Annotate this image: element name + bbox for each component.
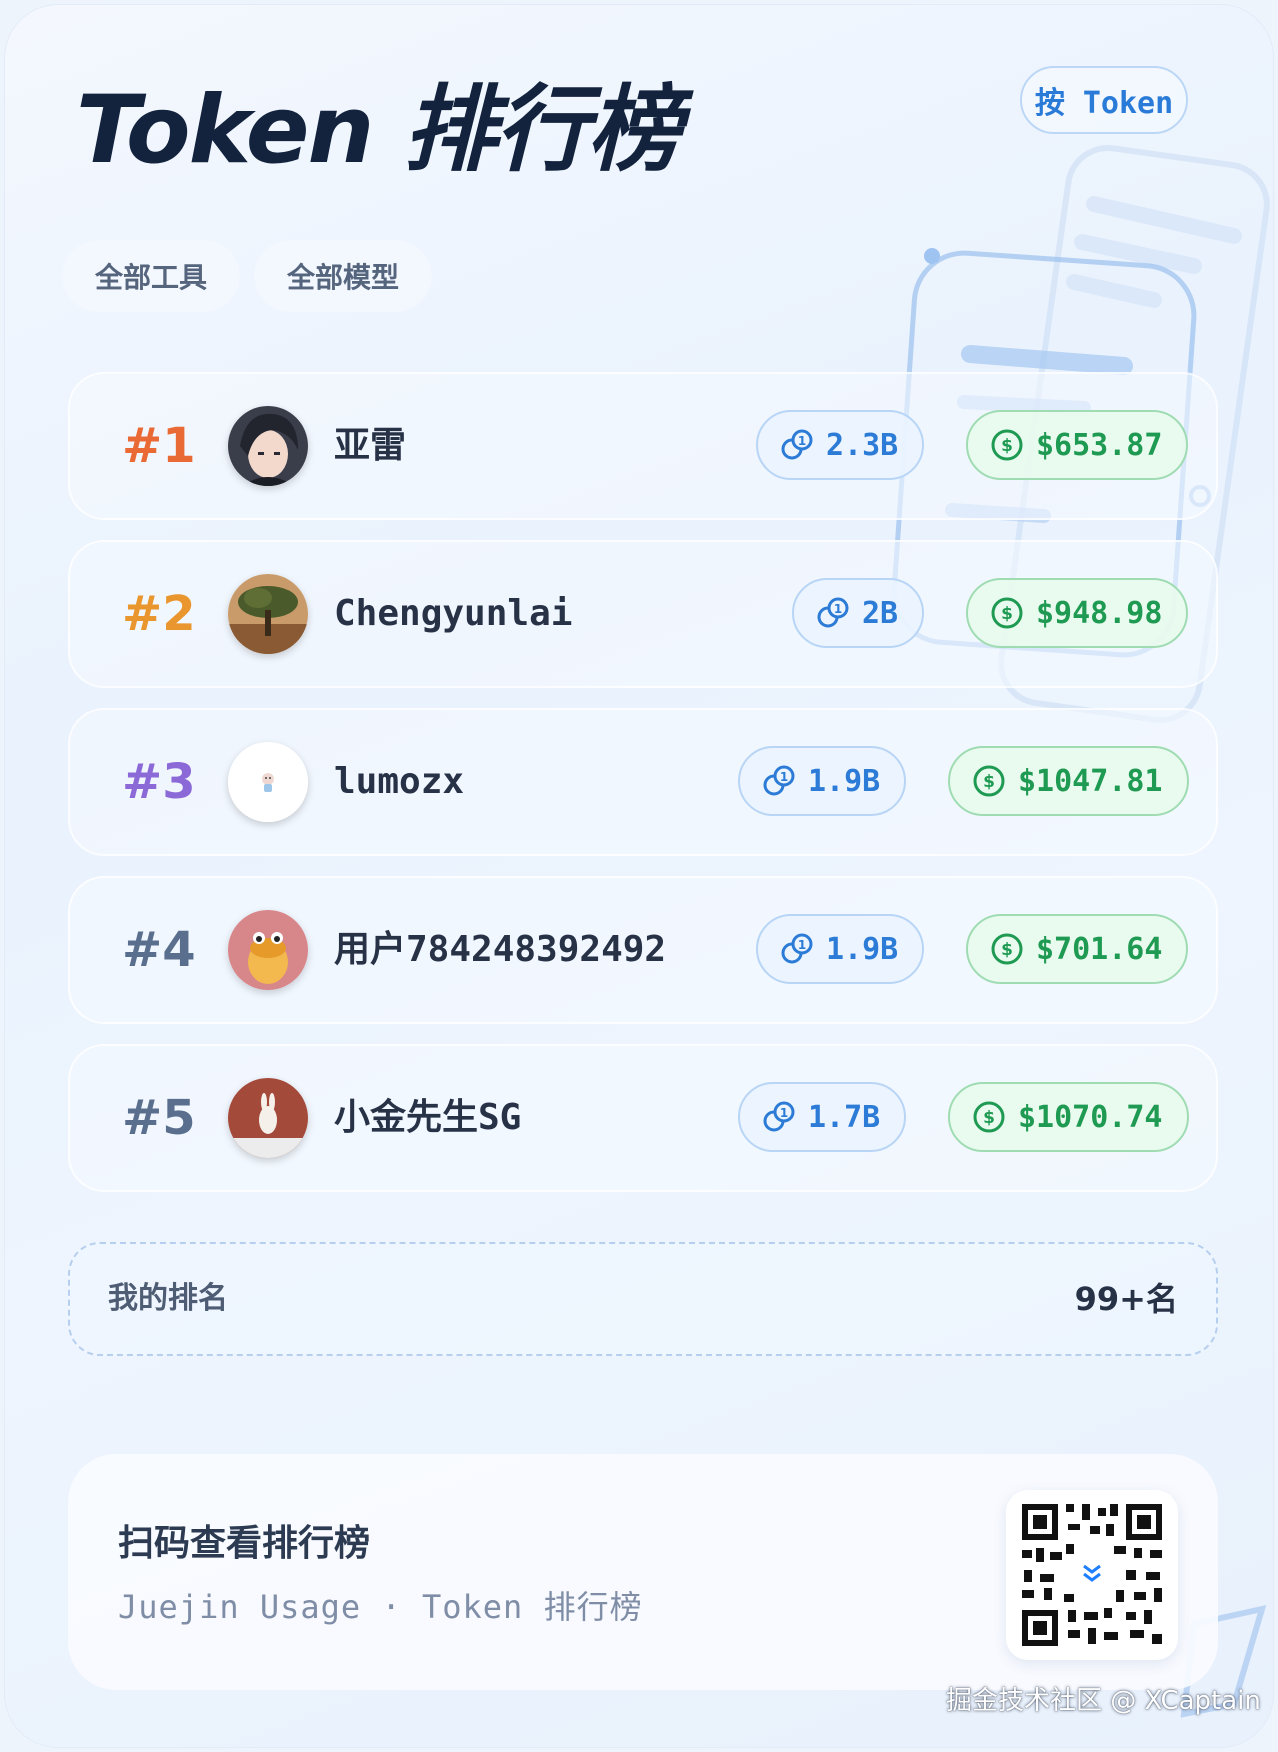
svg-text:1: 1 — [780, 770, 788, 784]
svg-text:1: 1 — [834, 602, 842, 616]
cost-badge: $ $1047.81 — [948, 746, 1189, 816]
avatar — [228, 742, 308, 822]
coins-icon: 1 — [763, 1101, 795, 1132]
avatar — [228, 406, 308, 486]
my-rank-label: 我的排名 — [108, 1281, 228, 1316]
dollar-circle-icon: $ — [991, 933, 1023, 965]
rank-number: #4 — [122, 922, 196, 978]
svg-text:$: $ — [1001, 436, 1013, 456]
coins-icon: 1 — [763, 765, 795, 796]
my-rank-panel: 我的排名 99+名 — [68, 1242, 1218, 1356]
dollar-circle-icon: $ — [991, 429, 1023, 461]
cost-amount: $653.87 — [1036, 427, 1163, 463]
coins-icon: 1 — [781, 429, 813, 460]
svg-text:$: $ — [983, 1108, 995, 1128]
svg-text:$: $ — [1001, 604, 1013, 624]
leaderboard-row[interactable]: #5 小金先生SG 1 1.7B $ $1070.74 — [68, 1044, 1218, 1192]
avatar — [228, 910, 308, 990]
username: 亚雷 — [334, 425, 407, 466]
cost-amount: $1047.81 — [1018, 763, 1163, 799]
leaderboard-row[interactable]: #3 lumozx 1 1.9B $ $1047.81 — [68, 708, 1218, 856]
qr-code-icon — [1022, 1504, 1162, 1646]
page-title: Token 排行榜 — [76, 76, 681, 185]
rank-number: #1 — [122, 418, 196, 474]
avatar — [228, 1078, 308, 1158]
token-badge: 1 1.7B — [738, 1082, 907, 1152]
svg-text:$: $ — [1001, 940, 1013, 960]
token-badge: 1 1.9B — [756, 914, 925, 984]
watermark: 掘金技术社区 @ XCaptain — [946, 1686, 1261, 1716]
my-rank-value: 99+名 — [1074, 1280, 1178, 1318]
rank-number: #2 — [122, 586, 196, 642]
qr-footer: 扫码查看排行榜 Juejin Usage · Token 排行榜 — [68, 1454, 1218, 1690]
cost-badge: $ $701.64 — [966, 914, 1189, 984]
dollar-circle-icon: $ — [991, 597, 1023, 629]
token-badge: 1 1.9B — [738, 746, 907, 816]
sort-by-token-button[interactable]: 按 Token — [1020, 66, 1188, 134]
dollar-circle-icon: $ — [973, 1101, 1005, 1133]
username: Chengyunlai — [334, 593, 573, 634]
svg-text:1: 1 — [798, 434, 806, 448]
cost-badge: $ $1070.74 — [948, 1082, 1189, 1152]
svg-text:1: 1 — [780, 1106, 788, 1120]
leaderboard-row[interactable]: #1 亚雷 1 2.3B $ $653.87 — [68, 372, 1218, 520]
filter-all-tools[interactable]: 全部工具 — [62, 240, 240, 312]
token-count: 2.3B — [826, 427, 899, 463]
cost-badge: $ $653.87 — [966, 410, 1189, 480]
token-badge: 1 2.3B — [756, 410, 925, 480]
username: lumozx — [334, 761, 465, 802]
leaderboard-card: Token 排行榜 按 Token 全部工具 全部模型 #1 亚雷 1 2.3B — [4, 4, 1274, 1748]
token-count: 1.7B — [808, 1099, 881, 1135]
rank-number: #3 — [122, 754, 196, 810]
svg-text:1: 1 — [798, 938, 806, 952]
svg-text:$: $ — [983, 772, 995, 792]
token-count: 1.9B — [808, 763, 881, 799]
qr-code[interactable] — [1006, 1490, 1178, 1660]
coins-icon: 1 — [817, 597, 849, 628]
footer-subtitle: Juejin Usage · Token 排行榜 — [118, 1588, 643, 1626]
token-count: 2B — [862, 595, 899, 631]
filter-all-models[interactable]: 全部模型 — [254, 240, 432, 312]
leaderboard-row[interactable]: #2 Chengyunlai 1 2B $ $948.98 — [68, 540, 1218, 688]
footer-title: 扫码查看排行榜 — [118, 1523, 371, 1564]
leaderboard-list: #1 亚雷 1 2.3B $ $653.87 #2 Chengyunlai 1 … — [68, 372, 1218, 1212]
cost-amount: $948.98 — [1036, 595, 1163, 631]
dollar-circle-icon: $ — [973, 765, 1005, 797]
cost-badge: $ $948.98 — [966, 578, 1189, 648]
rank-number: #5 — [122, 1090, 196, 1146]
coins-icon: 1 — [781, 933, 813, 964]
leaderboard-row[interactable]: #4 用户784248392492 1 1.9B $ $701.64 — [68, 876, 1218, 1024]
username: 用户784248392492 — [334, 929, 667, 970]
token-badge: 1 2B — [792, 578, 925, 648]
cost-amount: $701.64 — [1036, 931, 1163, 967]
cost-amount: $1070.74 — [1018, 1099, 1163, 1135]
avatar — [228, 574, 308, 654]
token-count: 1.9B — [826, 931, 899, 967]
username: 小金先生SG — [334, 1097, 522, 1138]
